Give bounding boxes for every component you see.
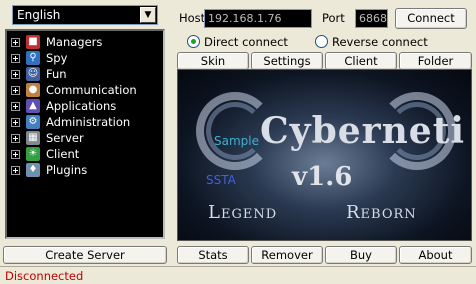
create-server-button[interactable]: Create Server — [3, 246, 167, 264]
banner-title: Cyberneti — [260, 110, 465, 152]
plugins-icon: ♦ — [26, 163, 40, 177]
settings-button[interactable]: Settings — [251, 52, 323, 70]
chevron-down-icon[interactable]: ▼ — [140, 7, 156, 23]
client-icon: ☀ — [26, 147, 40, 161]
banner-ssta: SSTA — [206, 173, 236, 187]
expand-icon[interactable] — [11, 133, 20, 143]
tree-item-communication[interactable]: ● Communication — [11, 82, 137, 98]
expand-icon[interactable] — [11, 53, 20, 63]
banner-image: Cyberneti Sample SSTA v1.6 Legend Reborn — [177, 69, 472, 241]
expand-icon[interactable] — [11, 149, 20, 159]
reverse-connect-radio[interactable] — [315, 35, 328, 48]
host-input[interactable]: 192.168.1.76 — [204, 9, 312, 28]
remover-button[interactable]: Remover — [251, 246, 323, 264]
direct-connect-radio[interactable] — [187, 35, 200, 48]
language-selected: English — [17, 8, 61, 22]
tree-item-label: Communication — [46, 83, 137, 97]
tree-item-label: Managers — [46, 35, 103, 49]
language-dropdown[interactable]: English ▼ — [12, 5, 158, 25]
expand-icon[interactable] — [11, 37, 20, 47]
status-bar: Disconnected — [0, 266, 476, 284]
tree-item-label: Applications — [46, 99, 117, 113]
communication-icon: ● — [26, 83, 40, 97]
expand-icon[interactable] — [11, 85, 20, 95]
tree-item-applications[interactable]: ▲ Applications — [11, 98, 116, 114]
direct-connect-label[interactable]: Direct connect — [204, 35, 288, 49]
tree-item-client[interactable]: ☀ Client — [11, 146, 79, 162]
tree-item-fun[interactable]: ☺ Fun — [11, 66, 67, 82]
port-label: Port — [322, 11, 345, 25]
buy-button[interactable]: Buy — [325, 246, 397, 264]
expand-icon[interactable] — [11, 117, 20, 127]
folder-button[interactable]: Folder — [399, 52, 472, 70]
client-button[interactable]: Client — [325, 52, 397, 70]
banner-legend: Legend — [208, 202, 278, 223]
fun-icon: ☺ — [26, 67, 40, 81]
tree-item-administration[interactable]: ⚙ Administration — [11, 114, 130, 130]
reverse-connect-label[interactable]: Reverse connect — [332, 35, 428, 49]
tree-item-label: Server — [46, 131, 84, 145]
feature-tree[interactable]: ■ Managers ⚲ Spy ☺ Fun ● Communication ▲… — [5, 29, 165, 239]
tree-item-label: Client — [46, 147, 80, 161]
applications-icon: ▲ — [26, 99, 40, 113]
expand-icon[interactable] — [11, 165, 20, 175]
banner-sample: Sample — [214, 134, 259, 148]
connect-button[interactable]: Connect — [395, 8, 467, 29]
status-text: Disconnected — [5, 269, 84, 283]
tree-item-label: Plugins — [46, 163, 88, 177]
stats-button[interactable]: Stats — [177, 246, 249, 264]
banner-reborn: Reborn — [346, 202, 417, 223]
server-icon: ▦ — [26, 131, 40, 145]
swirl-left-inner-icon — [206, 102, 264, 160]
expand-icon[interactable] — [11, 101, 20, 111]
host-label: Host — [179, 11, 206, 25]
tree-item-label: Administration — [46, 115, 131, 129]
tree-item-plugins[interactable]: ♦ Plugins — [11, 162, 87, 178]
tree-item-managers[interactable]: ■ Managers — [11, 34, 102, 50]
administration-icon: ⚙ — [26, 115, 40, 129]
skin-button[interactable]: Skin — [177, 52, 249, 70]
tree-item-label: Fun — [46, 67, 67, 81]
tree-item-label: Spy — [46, 51, 68, 65]
spy-icon: ⚲ — [26, 51, 40, 65]
expand-icon[interactable] — [11, 69, 20, 79]
managers-icon: ■ — [26, 35, 40, 49]
about-button[interactable]: About — [399, 246, 472, 264]
tree-item-server[interactable]: ▦ Server — [11, 130, 84, 146]
banner-version: v1.6 — [292, 162, 353, 192]
port-input[interactable]: 6868 — [355, 9, 388, 28]
tree-item-spy[interactable]: ⚲ Spy — [11, 50, 67, 66]
